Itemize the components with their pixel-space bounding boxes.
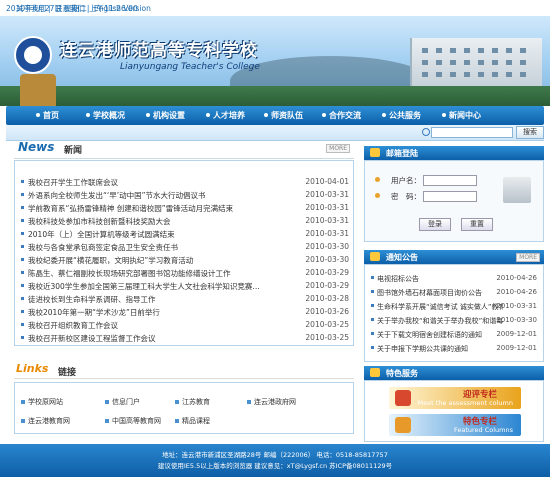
footer-address: 地址：连云港市新浦区圣湖路28号 邮编（222006） 电话：0518-8581… — [162, 451, 388, 459]
news-item[interactable]: 徒进校长到生命科学系调研、指导工作 2010-03-28 — [21, 293, 349, 305]
news-title-cn: 新闻 — [64, 146, 83, 156]
link-lyg-gov[interactable]: 连云港政府网 — [247, 397, 296, 407]
english-version-link[interactable]: English Version — [94, 4, 151, 13]
notice-item[interactable]: 关于举办我校“和谐关于举办我校”和谐每会” 2010-03-30 — [371, 315, 541, 326]
college-name-english: Lianyungang Teacher's College — [120, 62, 260, 72]
assessment-icon — [395, 390, 411, 406]
header-banner: 连云港师范高等专科学校 Lianyungang Teacher's Colleg… — [0, 16, 550, 106]
footer: 地址：连云港市新浦区圣湖路28号 邮编（222006） 电话：0518-8581… — [0, 444, 550, 477]
assessment-column-button[interactable]: 迎评专栏 Meet the assessment column — [389, 387, 521, 409]
featured-services-list: 迎评专栏 Meet the assessment column 特色专栏 Fea… — [364, 380, 544, 442]
notice-icon — [370, 252, 380, 261]
link-lyg-edu[interactable]: 连云港教育网 — [21, 416, 70, 426]
notice-item[interactable]: 关于下载文明宿舍创建标语的通知 2009-12-01 — [371, 329, 541, 340]
featured-services: 特色服务 迎评专栏 Meet the assessment column 特色专… — [364, 366, 544, 442]
username-bullet-icon — [375, 177, 380, 182]
search-bar: 搜索 — [6, 125, 544, 141]
top-bar: 2010年4月27日 星期二 上午11:26:00 关于我们 | 联系我们 | En… — [0, 0, 550, 16]
notice-item[interactable]: 生命科学系开展“诚信考试 诚实做人”教育活动2010-03-31 — [371, 301, 541, 312]
news-section: News 新闻 MORE 我校召开学生工作联席会议 2010-04-01 外语系向… — [14, 140, 354, 355]
link-china-higher-edu[interactable]: 中国高等教育网 — [105, 416, 161, 426]
search-input[interactable] — [431, 127, 513, 138]
star-icon — [370, 368, 380, 377]
mail-login-form: 用户名： 密 码： 登录 重置 — [364, 160, 544, 242]
about-us-link[interactable]: 关于我们 — [16, 4, 46, 13]
nav-about[interactable]: 学校概况 — [86, 110, 125, 121]
trees-graphic — [0, 86, 550, 106]
notice-item[interactable]: 关于申报下学期公共课的通知 2009-12-01 — [371, 343, 541, 354]
news-item[interactable]: 我校与各食堂承包商签定食品卫生安全责任书 2010-03-30 — [21, 241, 349, 253]
news-item[interactable]: 陈晶生、蔡仁福副校长现场研究部署图书馆功能修缮设计工作 2010-03-29 — [21, 267, 349, 279]
password-label: 密 码： — [391, 192, 421, 201]
news-item[interactable]: 学前教育系“弘扬雷锋精神 创建和谐校园”雷锋活动月完满结束 2010-03-31 — [21, 202, 349, 214]
nav-departments[interactable]: 机构设置 — [146, 110, 185, 121]
featured-services-header: 特色服务 — [364, 366, 544, 380]
links-section: Links 链接 学校原网站 信息门户 江苏教育 连云港政府网 连云港教育网 中… — [14, 362, 354, 438]
login-button[interactable]: 登录 — [419, 218, 451, 231]
nav-education[interactable]: 人才培养 — [206, 110, 245, 121]
news-header: News 新闻 MORE — [14, 140, 354, 159]
username-input[interactable] — [423, 175, 477, 186]
search-button[interactable]: 搜索 — [516, 126, 544, 139]
link-info-portal[interactable]: 信息门户 — [105, 397, 140, 407]
featured-services-title: 特色服务 — [386, 369, 418, 378]
reset-button[interactable]: 重置 — [461, 218, 493, 231]
notice-list: 电视招标公告 2010-04-26 图书馆外墙石材幕面项目询价公告 2010-04-… — [364, 264, 544, 362]
username-label: 用户名： — [391, 176, 421, 185]
news-item[interactable]: 我校召开新校区建设工程监督工作会议 2010-03-25 — [21, 332, 349, 344]
main-nav: 首页 学校概况 机构设置 人才培养 师资队伍 合作交流 公共服务 新闻中心 — [6, 106, 544, 125]
mail-login-title: 邮箱登陆 — [386, 149, 418, 158]
links-title-en: Links — [16, 362, 49, 375]
notice-item[interactable]: 图书馆外墙石材幕面项目询价公告 2010-04-26 — [371, 287, 541, 298]
notice-section: 通知公告 MORE 电视招标公告 2010-04-26 图书馆外墙石材幕面项目询价… — [364, 250, 544, 362]
footer-info: 建议使用IE5.5以上版本的浏览器 建议意见：xT@Lygsf.cn 苏ICP备… — [157, 462, 393, 470]
statue-graphic — [20, 74, 56, 106]
college-logo — [14, 36, 52, 74]
nav-faculty[interactable]: 师资队伍 — [264, 110, 303, 121]
links-header: Links 链接 — [14, 362, 354, 379]
notice-item[interactable]: 电视招标公告 2010-04-26 — [371, 273, 541, 284]
college-name: 连云港师范高等专科学校 — [60, 41, 258, 61]
notice-more-button[interactable]: MORE — [516, 253, 540, 262]
notice-header: 通知公告 MORE — [364, 250, 544, 264]
news-item[interactable]: 我校召开学生工作联席会议 2010-04-01 — [21, 176, 349, 188]
featured-columns-button[interactable]: 特色专栏 Featured Columns — [389, 414, 521, 436]
nav-news[interactable]: 新闻中心 — [442, 110, 481, 121]
link-old-site[interactable]: 学校原网站 — [21, 397, 63, 407]
featured-columns-subtitle: Featured Columns — [453, 426, 513, 434]
computer-icon — [503, 177, 531, 203]
news-item[interactable]: 我校召开组织教育工作会议 2010-03-25 — [21, 319, 349, 331]
password-bullet-icon — [375, 193, 380, 198]
assessment-column-subtitle: Meet the assessment column — [417, 399, 513, 407]
links-title-cn: 链接 — [58, 368, 77, 378]
news-more-button[interactable]: MORE — [326, 144, 350, 153]
news-item[interactable]: 我校2010年第一期“学术沙龙”日前举行 2010-03-26 — [21, 306, 349, 318]
link-quality-courses[interactable]: 精品课程 — [175, 416, 210, 426]
password-input[interactable] — [423, 191, 477, 202]
links-list: 学校原网站 信息门户 江苏教育 连云港政府网 连云港教育网 中国高等教育网 精品… — [14, 382, 354, 434]
nav-home[interactable]: 首页 — [36, 110, 59, 121]
news-item[interactable]: 外语系向全校师生发出“‘早’动中国”节水大行动倡议书 2010-03-31 — [21, 189, 349, 201]
link-jiangsu-edu[interactable]: 江苏教育 — [175, 397, 210, 407]
news-item[interactable]: 2010年（上）全国计算机等级考试圆满结束 2010-03-31 — [21, 228, 349, 240]
news-list: 我校召开学生工作联席会议 2010-04-01 外语系向全校师生发出“‘早’动中国… — [14, 160, 354, 346]
featured-icon — [395, 417, 411, 433]
search-icon — [422, 128, 430, 136]
news-item[interactable]: 我校纪委开展“横花履职，文明执纪”学习教育活动 2010-03-30 — [21, 254, 349, 266]
news-title-en: News — [18, 140, 55, 154]
news-item[interactable]: 我校近300学生参加全国第三届理工科大学生人文社会科学知识竞赛… 2010-03-… — [21, 280, 349, 292]
contact-us-link[interactable]: 联系我们 — [55, 4, 85, 13]
mail-login-header: 邮箱登陆 — [364, 146, 544, 160]
nav-services[interactable]: 公共服务 — [382, 110, 421, 121]
mail-login-panel: 邮箱登陆 用户名： 密 码： 登录 重置 — [364, 146, 544, 242]
notice-title: 通知公告 — [386, 253, 418, 262]
news-item[interactable]: 我校科技处参加市科技创新暨科技奖励大会 2010-03-31 — [21, 215, 349, 227]
mail-icon — [370, 148, 380, 157]
nav-cooperation[interactable]: 合作交流 — [322, 110, 361, 121]
